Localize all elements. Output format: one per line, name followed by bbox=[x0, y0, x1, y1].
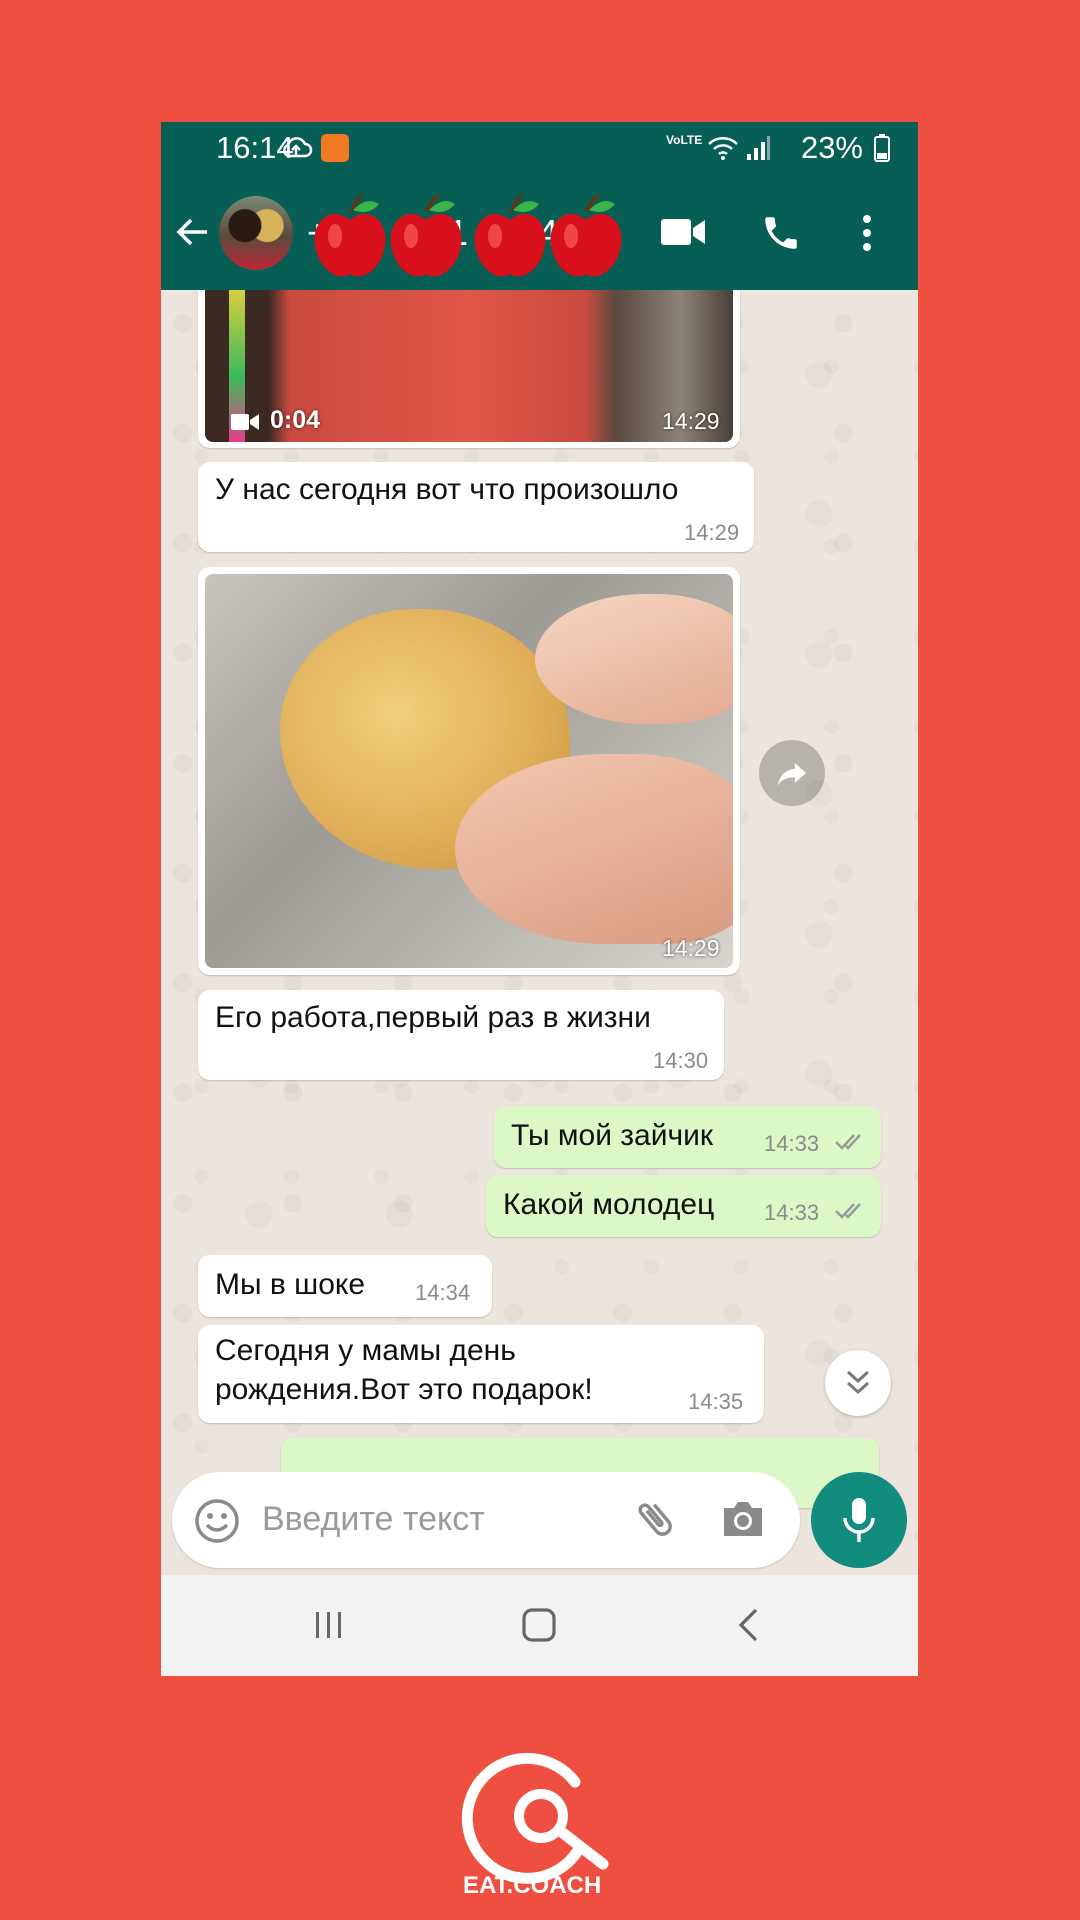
read-ticks-icon bbox=[835, 1134, 861, 1150]
cloud-upload-icon bbox=[283, 137, 313, 158]
message-bubble-incoming[interactable]: Сегодня у мамы день рождения.Вот это под… bbox=[198, 1325, 764, 1423]
message-text: У нас сегодня вот что произошло bbox=[215, 473, 679, 506]
message-time: 14:30 bbox=[653, 1048, 709, 1073]
video-camera-icon bbox=[231, 414, 259, 430]
message-text: Ты мой зайчик bbox=[511, 1119, 714, 1152]
message-text: Мы в шоке bbox=[215, 1268, 366, 1301]
read-ticks-icon bbox=[835, 1203, 861, 1219]
phone-screen: 16:14 VoLTE 23% +7 1 bbox=[161, 122, 918, 1676]
message-bubble-outgoing[interactable]: Какой молодец 14:33 bbox=[486, 1175, 881, 1237]
brand-name: EAT.COACH bbox=[463, 1872, 602, 1899]
app-notification-icon bbox=[321, 134, 349, 162]
recent-apps-icon[interactable] bbox=[313, 1609, 345, 1641]
message-time: 14:33 bbox=[764, 1131, 820, 1156]
image-message[interactable]: 14:29 bbox=[198, 567, 740, 975]
chat-area[interactable]: 0:04 14:29 У нас сегодня вот что произош… bbox=[161, 290, 918, 1590]
forward-button[interactable] bbox=[759, 740, 825, 806]
message-text-line2: рождения.Вот это подарок! bbox=[215, 1373, 593, 1406]
message-bubble-incoming[interactable]: Его работа,первый раз в жизни 14:30 bbox=[198, 990, 724, 1080]
thumb bbox=[455, 754, 733, 944]
video-call-icon[interactable] bbox=[659, 216, 707, 248]
phone-icon[interactable] bbox=[760, 212, 802, 254]
attach-icon[interactable] bbox=[632, 1494, 678, 1544]
wifi-icon bbox=[708, 137, 738, 160]
apple-emoji-icon bbox=[474, 194, 546, 277]
battery-percent: 23% bbox=[800, 130, 863, 165]
message-time: 14:29 bbox=[684, 520, 740, 545]
message-text-line1: Сегодня у мамы день bbox=[215, 1334, 516, 1367]
volte-icon: VoLTE bbox=[666, 133, 703, 147]
message-time: 14:29 bbox=[662, 408, 720, 434]
cookie-photo[interactable] bbox=[205, 574, 733, 968]
double-chevron-down-icon bbox=[846, 1370, 870, 1395]
message-text: Его работа,первый раз в жизни bbox=[215, 1001, 651, 1034]
system-back-icon[interactable] bbox=[736, 1607, 760, 1643]
message-input[interactable]: Введите текст bbox=[262, 1500, 485, 1539]
chat-header: +7 1 4 bbox=[161, 174, 918, 290]
message-bubble-outgoing[interactable]: Ты мой зайчик 14:33 bbox=[494, 1106, 881, 1168]
emoji-icon[interactable] bbox=[194, 1498, 240, 1544]
message-bubble-incoming[interactable]: У нас сегодня вот что произошло 14:29 bbox=[198, 462, 754, 552]
camera-icon[interactable] bbox=[720, 1498, 766, 1540]
forward-icon bbox=[777, 763, 807, 786]
signal-icon bbox=[747, 136, 770, 160]
apple-emoji-icon bbox=[314, 194, 386, 277]
video-message[interactable]: 0:04 14:29 bbox=[198, 290, 740, 448]
message-time: 14:34 bbox=[415, 1280, 471, 1305]
message-bubble-incoming[interactable]: Мы в шоке 14:34 bbox=[198, 1255, 492, 1317]
home-icon[interactable] bbox=[521, 1607, 557, 1643]
message-time: 14:29 bbox=[662, 935, 720, 961]
message-input-bar[interactable]: Введите текст bbox=[172, 1472, 800, 1568]
video-duration: 0:04 bbox=[270, 406, 321, 434]
apple-emoji-icon bbox=[390, 194, 462, 277]
message-time: 14:33 bbox=[764, 1200, 820, 1225]
scroll-down-button[interactable] bbox=[825, 1350, 891, 1416]
voice-record-button[interactable] bbox=[811, 1472, 907, 1568]
microphone-icon bbox=[843, 1498, 875, 1542]
status-bar: 16:14 VoLTE 23% bbox=[161, 122, 918, 174]
more-vert-icon[interactable] bbox=[861, 214, 873, 252]
back-arrow-icon[interactable] bbox=[175, 214, 211, 250]
apple-emoji-icon bbox=[550, 194, 622, 277]
message-time: 14:35 bbox=[688, 1389, 744, 1414]
message-text: Какой молодец bbox=[503, 1188, 715, 1221]
contact-avatar[interactable] bbox=[219, 196, 293, 270]
system-nav-bar bbox=[161, 1575, 918, 1676]
battery-icon bbox=[874, 134, 890, 162]
